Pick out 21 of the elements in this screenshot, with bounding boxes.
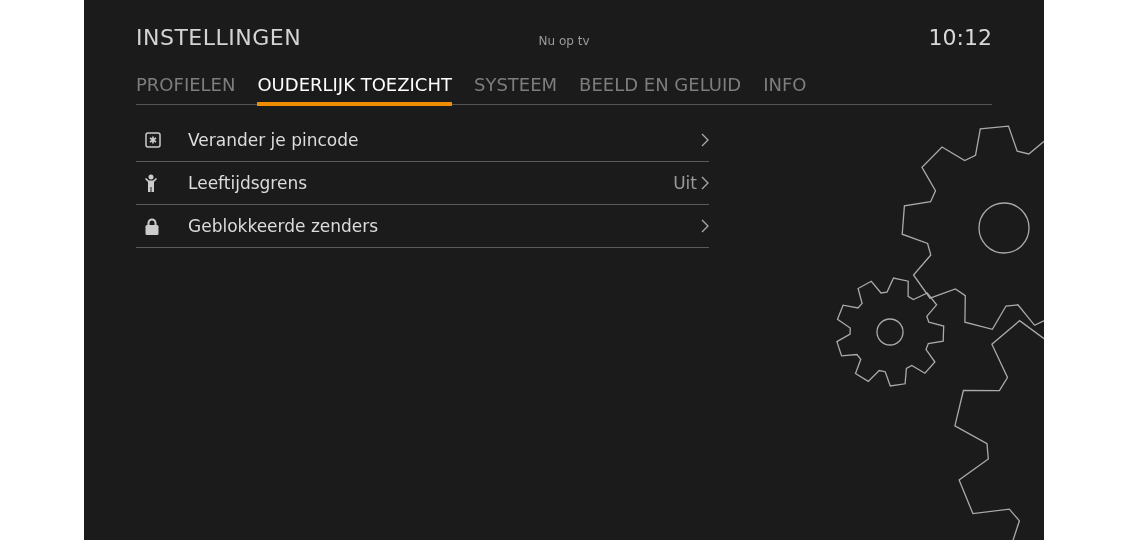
asterisk-key-icon [145, 132, 161, 148]
menu-row[interactable]: Leeftijdsgrens Uit [136, 162, 709, 205]
settings-tab[interactable]: BEELD EN GELUID [579, 74, 742, 106]
menu-label: Geblokkeerde zenders [188, 216, 380, 236]
settings-tab[interactable]: INFO [763, 74, 807, 106]
chevron-right-icon [701, 133, 709, 147]
settings-tab[interactable]: PROFIELEN [136, 74, 236, 106]
settings-tab[interactable]: SYSTEEM [473, 74, 558, 106]
menu-row[interactable]: Verander je pincode [136, 119, 709, 162]
menu-label: Verander je pincode [188, 130, 360, 150]
clock: 10:12 [927, 25, 992, 50]
settings-tab[interactable]: OUDERLIJK TOEZICHT [257, 74, 452, 106]
child-icon [145, 174, 157, 192]
menu-row[interactable]: Geblokkeerde zenders [136, 205, 709, 248]
menu-value: Uit [673, 173, 697, 193]
menu-label: Leeftijdsgrens [188, 173, 309, 193]
page-title: INSTELLINGEN [136, 25, 303, 50]
chevron-right-icon [701, 219, 709, 233]
now-on-tv-link[interactable]: Nu op tv [538, 34, 590, 48]
chevron-right-icon [701, 176, 709, 190]
lock-icon [145, 217, 159, 235]
